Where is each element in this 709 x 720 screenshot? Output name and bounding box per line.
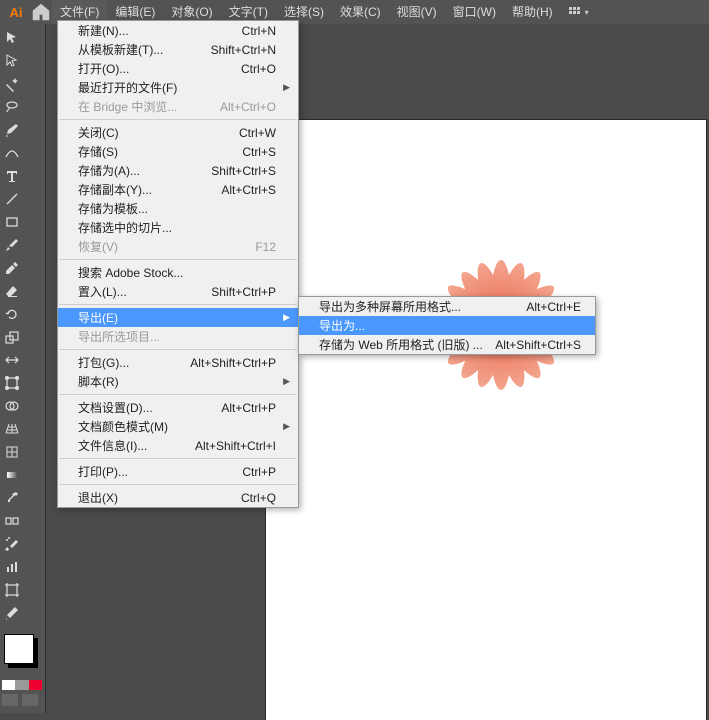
menu-item: 导出所选项目... [58, 327, 298, 346]
mesh-tool[interactable] [0, 440, 23, 463]
menu-help[interactable]: 帮助(H) [504, 0, 561, 24]
free-transform-tool[interactable] [0, 371, 23, 394]
menu-window[interactable]: 窗口(W) [445, 0, 504, 24]
menu-item[interactable]: 存储选中的切片... [58, 218, 298, 237]
gradient-tool[interactable] [0, 463, 23, 486]
menu-item: 恢复(V)F12 [58, 237, 298, 256]
submenu-item[interactable]: 导出为多种屏幕所用格式...Alt+Ctrl+E [299, 297, 595, 316]
paintbrush-tool[interactable] [0, 233, 23, 256]
menu-item[interactable]: 从模板新建(T)...Shift+Ctrl+N [58, 40, 298, 59]
menu-item[interactable]: 存储为(A)...Shift+Ctrl+S [58, 161, 298, 180]
line-tool[interactable] [0, 187, 23, 210]
menu-item[interactable]: 脚本(R)▶ [58, 372, 298, 391]
shaper-tool[interactable] [0, 256, 23, 279]
menu-view[interactable]: 视图(V) [389, 0, 445, 24]
artboard[interactable] [266, 120, 706, 720]
submenu-item[interactable]: 存储为 Web 所用格式 (旧版) ...Alt+Shift+Ctrl+S [299, 335, 595, 354]
menu-item[interactable]: 最近打开的文件(F)▶ [58, 78, 298, 97]
toolbar [0, 24, 46, 713]
rotate-tool[interactable] [0, 302, 23, 325]
workspace-switcher-icon[interactable]: ▾ [569, 7, 589, 17]
menu-item[interactable]: 打开(O)...Ctrl+O [58, 59, 298, 78]
symbol-sprayer-tool[interactable] [0, 532, 23, 555]
selection-tool[interactable] [0, 26, 23, 49]
submenu-item[interactable]: 导出为... [299, 316, 595, 335]
direct-selection-tool[interactable] [0, 49, 23, 72]
rectangle-tool[interactable] [0, 210, 23, 233]
app-logo: Ai [4, 0, 28, 24]
menu-item[interactable]: 退出(X)Ctrl+Q [58, 488, 298, 507]
eyedropper-tool[interactable] [0, 486, 23, 509]
width-tool[interactable] [0, 348, 23, 371]
fill-stroke-swatch[interactable] [4, 634, 34, 664]
shape-builder-tool[interactable] [0, 394, 23, 417]
file-menu-dropdown: 新建(N)...Ctrl+N从模板新建(T)...Shift+Ctrl+N打开(… [57, 20, 299, 508]
menu-item[interactable]: 存储(S)Ctrl+S [58, 142, 298, 161]
screen-mode-icons[interactable] [2, 694, 42, 706]
menu-item[interactable]: 置入(L)...Shift+Ctrl+P [58, 282, 298, 301]
menu-effect[interactable]: 效果(C) [332, 0, 389, 24]
export-submenu: 导出为多种屏幕所用格式...Alt+Ctrl+E导出为...存储为 Web 所用… [298, 296, 596, 355]
menu-item[interactable]: 文档设置(D)...Alt+Ctrl+P [58, 398, 298, 417]
type-tool[interactable] [0, 164, 23, 187]
menu-item[interactable]: 存储副本(Y)...Alt+Ctrl+S [58, 180, 298, 199]
menu-item[interactable]: 存储为模板... [58, 199, 298, 218]
artboard-tool[interactable] [0, 578, 23, 601]
menu-item[interactable]: 文档颜色模式(M)▶ [58, 417, 298, 436]
column-graph-tool[interactable] [0, 555, 23, 578]
perspective-grid-tool[interactable] [0, 417, 23, 440]
menu-item: 在 Bridge 中浏览...Alt+Ctrl+O [58, 97, 298, 116]
magic-wand-tool[interactable] [0, 72, 23, 95]
slice-tool[interactable] [0, 601, 23, 624]
menu-item[interactable]: 导出(E)▶ [58, 308, 298, 327]
lasso-tool[interactable] [0, 95, 23, 118]
home-icon[interactable] [30, 1, 52, 23]
scale-tool[interactable] [0, 325, 23, 348]
eraser-tool[interactable] [0, 279, 23, 302]
menu-item[interactable]: 搜索 Adobe Stock... [58, 263, 298, 282]
menu-item[interactable]: 文件信息(I)...Alt+Shift+Ctrl+I [58, 436, 298, 455]
menu-item[interactable]: 关闭(C)Ctrl+W [58, 123, 298, 142]
menu-item[interactable]: 新建(N)...Ctrl+N [58, 21, 298, 40]
curvature-tool[interactable] [0, 141, 23, 164]
blend-tool[interactable] [0, 509, 23, 532]
menu-item[interactable]: 打包(G)...Alt+Shift+Ctrl+P [58, 353, 298, 372]
color-mode-bar[interactable] [2, 680, 42, 690]
menu-item[interactable]: 打印(P)...Ctrl+P [58, 462, 298, 481]
pen-tool[interactable] [0, 118, 23, 141]
